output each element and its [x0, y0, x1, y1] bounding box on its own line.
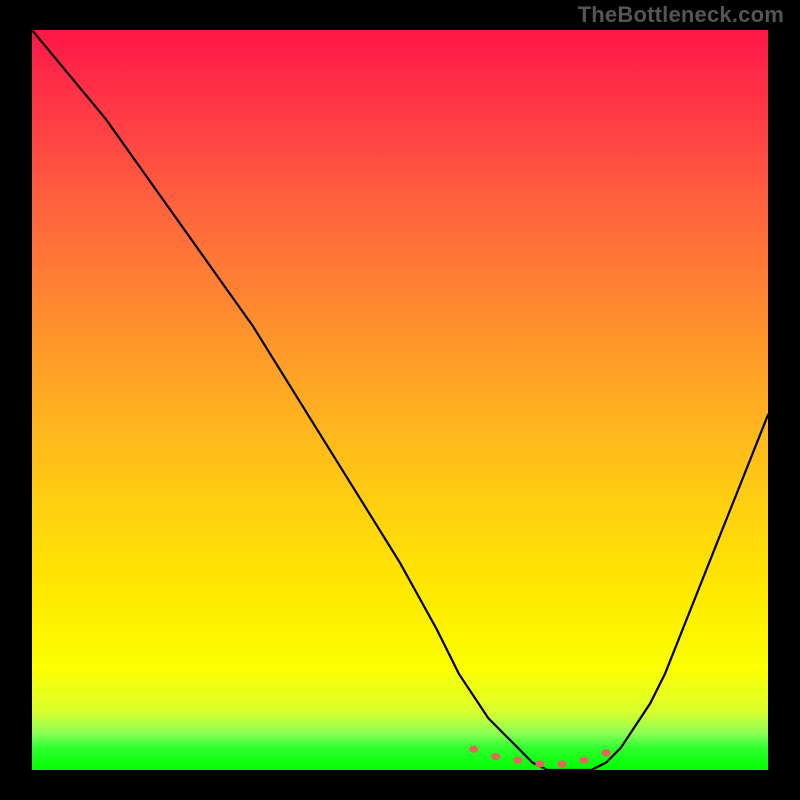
valley-marker: [580, 757, 588, 763]
bottleneck-curve: [32, 30, 768, 770]
valley-marker: [470, 746, 478, 752]
valley-marker-group: [470, 746, 610, 767]
valley-marker: [492, 754, 500, 760]
watermark-text: TheBottleneck.com: [578, 2, 784, 28]
valley-marker: [536, 761, 544, 767]
plot-area: [32, 30, 768, 770]
valley-marker: [558, 761, 566, 767]
chart-frame: TheBottleneck.com: [0, 0, 800, 800]
curve-svg: [32, 30, 768, 770]
valley-marker: [514, 757, 522, 763]
valley-marker: [602, 750, 610, 756]
